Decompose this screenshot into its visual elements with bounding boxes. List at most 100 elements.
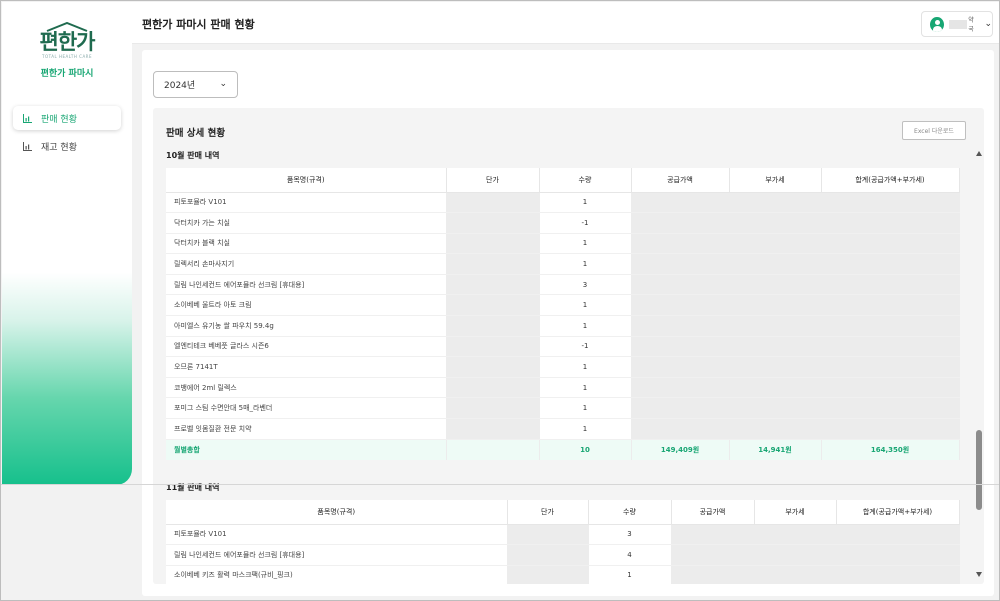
unit-price-cell [507, 544, 589, 566]
unit-price-cell [446, 356, 540, 378]
item-name-cell: 소이베베 키즈 활력 마스크팩(규비_핑크) [166, 565, 508, 584]
panel-title: 판매 상세 현황 [166, 128, 226, 139]
unit-price-cell [446, 233, 540, 255]
supply-amount-cell [631, 336, 730, 358]
quantity-cell: -1 [539, 212, 632, 234]
supply-amount-cell [631, 192, 730, 214]
november-table-body: 피토포뮬라 V101 3 릴림 나인세컨드 에어포뮬라 선크림 [휴대용] 4 소이베베… [166, 524, 960, 584]
table-row: 릴림 나인세컨드 에어포뮬라 선크림 [휴대용] 4 [166, 544, 960, 566]
sales-scroll-area[interactable]: 10월 판매 내역 품목명(규격) 단가 수량 공급가액 부가세 합계(공급가액… [153, 144, 984, 584]
sidebar-nav: 판매 현황 재고 현황 [13, 106, 121, 162]
vat-cell [754, 565, 837, 584]
column-header: 단가 [507, 500, 589, 525]
divider [1, 484, 999, 485]
quantity-cell: 1 [588, 565, 672, 584]
supply-amount-cell [631, 253, 730, 275]
sidebar-item-sales[interactable]: 판매 현황 [13, 106, 121, 130]
item-name-cell: 소이베베 울트라 아토 크림 [166, 294, 447, 317]
excel-download-button[interactable]: Excel 다운로드 [902, 121, 966, 140]
column-header: 합계(공급가액+부가세) [836, 500, 960, 525]
table-row: 피토포뮬라 V101 1 [166, 192, 960, 214]
supply-amount-cell [631, 294, 730, 317]
quantity-cell: 3 [588, 524, 672, 546]
quantity-cell: 1 [539, 315, 632, 337]
table-row: 닥터치카 가는 치실 -1 [166, 212, 960, 234]
supply-amount-cell [671, 524, 755, 546]
supply-amount-cell [631, 377, 730, 399]
logo-tagline: TOTAL HEALTH CARE [42, 54, 92, 59]
item-name-cell: 프로벨 잇몸질환 전문 치약 [166, 418, 447, 440]
quantity-cell: 1 [539, 253, 632, 275]
unit-price-cell [507, 565, 589, 584]
total-sum: 164,350원 [821, 439, 960, 460]
supply-amount-cell [631, 233, 730, 255]
total-amount-cell [821, 397, 960, 420]
scroll-up-arrow-icon[interactable] [976, 151, 982, 156]
top-header: 편한가 파마시 판매 현황 약국 ⌄ [132, 2, 999, 44]
table-row: 코뱅에어 2ml 릴렉스 1 [166, 377, 960, 399]
quantity-cell: 4 [588, 544, 672, 566]
vat-cell [729, 377, 822, 399]
sidebar: 편한가 TOTAL HEALTH CARE 편한가 파마시 판매 현황 재고 현… [2, 2, 132, 485]
total-amount-cell [821, 192, 960, 214]
scrollbar-thumb[interactable] [976, 430, 982, 510]
total-amount-cell [836, 565, 960, 584]
vat-cell [729, 356, 822, 378]
total-amount-cell [821, 212, 960, 234]
table-row: 소이베베 키즈 활력 마스크팩(규비_핑크) 1 [166, 565, 960, 584]
vat-cell [729, 274, 822, 296]
item-name-cell: 릴림 나인세컨드 에어포뮬라 선크림 [휴대용] [166, 274, 447, 296]
column-header: 단가 [446, 168, 540, 193]
vat-cell [729, 397, 822, 420]
year-select-value: 2024년 [164, 81, 196, 91]
column-header: 합계(공급가액+부가세) [821, 168, 960, 193]
supply-amount-cell [631, 212, 730, 234]
quantity-cell: 1 [539, 397, 632, 420]
vertical-scrollbar[interactable] [974, 144, 984, 584]
chevron-down-icon: ⌄ [984, 19, 992, 29]
main-content: 2024년 ⌄ 판매 상세 현황 Excel 다운로드 10월 판매 내역 품목… [142, 50, 994, 596]
column-header: 부가세 [729, 168, 822, 193]
quantity-cell: 1 [539, 192, 632, 214]
supply-amount-cell [631, 418, 730, 440]
supply-amount-cell [631, 274, 730, 296]
table-row: 피토포뮬라 V101 3 [166, 524, 960, 546]
logo-roof-icon [45, 22, 89, 32]
scroll-down-arrow-icon[interactable] [976, 572, 982, 577]
user-menu-button[interactable]: 약국 ⌄ [921, 11, 993, 37]
supply-amount-cell [631, 397, 730, 420]
table-row: 아미엘스 유기농 쌀 파우치 59.4g 1 [166, 315, 960, 337]
total-unit-price [446, 439, 540, 460]
quantity-cell: 1 [539, 418, 632, 440]
total-amount-cell [836, 524, 960, 546]
total-supply-amount: 149,409원 [631, 439, 730, 460]
item-name-cell: 아미엘스 유기농 쌀 파우치 59.4g [166, 315, 447, 337]
pharmacy-name: 편한가 파마시 [40, 69, 94, 79]
table-header-row: 품목명(규격) 단가 수량 공급가액 부가세 합계(공급가액+부가세) [166, 168, 960, 193]
quantity-cell: 1 [539, 233, 632, 255]
year-select[interactable]: 2024년 ⌄ [153, 71, 238, 98]
bar-chart-icon [23, 141, 32, 151]
table-header-row: 품목명(규격) 단가 수량 공급가액 부가세 합계(공급가액+부가세) [166, 500, 960, 525]
item-name-cell: 닥터치카 가는 치실 [166, 212, 447, 234]
quantity-cell: 1 [539, 356, 632, 378]
table-row: 소이베베 울트라 아토 크림 1 [166, 294, 960, 317]
vat-cell [729, 212, 822, 234]
supply-amount-cell [631, 315, 730, 337]
unit-price-cell [446, 253, 540, 275]
sidebar-item-inventory[interactable]: 재고 현황 [13, 134, 121, 158]
unit-price-cell [507, 524, 589, 546]
vat-cell [754, 544, 837, 566]
total-vat: 14,941원 [729, 439, 822, 460]
total-amount-cell [836, 544, 960, 566]
table-row: 릴림 나인세컨드 에어포뮬라 선크림 [휴대용] 3 [166, 274, 960, 296]
table-row: 프로벨 잇몸질환 전문 치약 1 [166, 418, 960, 440]
column-header: 공급가액 [631, 168, 730, 193]
vat-cell [729, 192, 822, 214]
item-name-cell: 피토포뮬라 V101 [166, 524, 508, 546]
unit-price-cell [446, 315, 540, 337]
item-name-cell: 엘엔티테크 베베풋 글라스 시즌6 [166, 336, 447, 358]
user-name: 약국 [968, 17, 974, 33]
unit-price-cell [446, 294, 540, 317]
unit-price-cell [446, 336, 540, 358]
